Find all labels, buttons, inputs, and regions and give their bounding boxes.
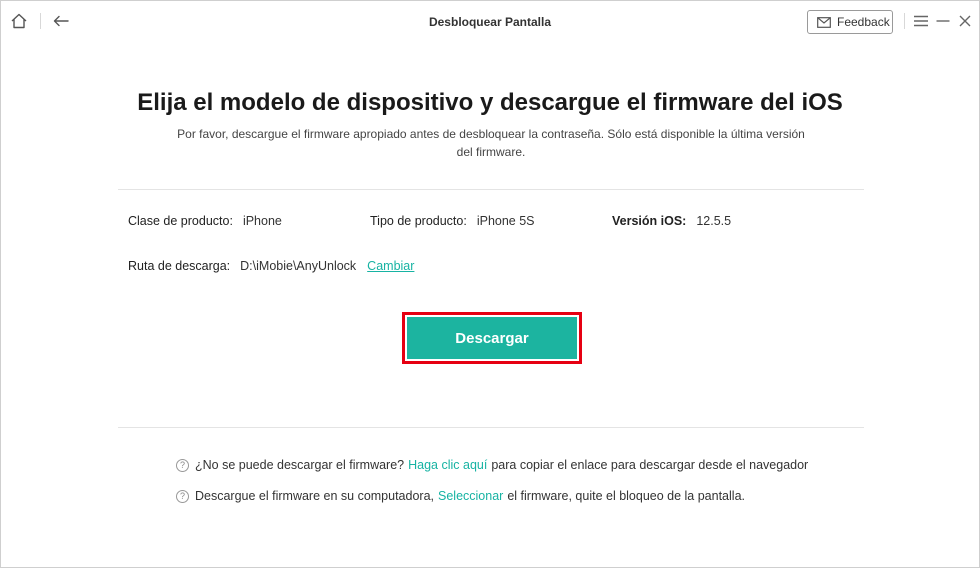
title-bar: Desbloquear Pantalla Feedback — [1, 1, 979, 43]
product-type-field: Tipo de producto: iPhone 5S — [370, 214, 535, 228]
question-icon: ? — [176, 458, 189, 472]
download-button[interactable]: Descargar — [407, 317, 577, 359]
product-type-label: Tipo de producto: — [370, 214, 467, 228]
change-path-link[interactable]: Cambiar — [367, 259, 414, 273]
help-text: para copiar el enlace para descargar des… — [491, 458, 809, 472]
help-text: ¿No se puede descargar el firmware? — [195, 458, 405, 472]
ios-version-value: 12.5.5 — [696, 214, 732, 228]
product-type-value: iPhone 5S — [476, 214, 535, 228]
help-text: el firmware, quite el bloqueo de la pant… — [507, 489, 745, 503]
help-row-copy-link: ? ¿No se puede descargar el firmware? Ha… — [176, 458, 808, 472]
product-class-field: Clase de producto: iPhone — [128, 214, 282, 228]
help-text: Descargue el firmware en su computadora, — [195, 489, 435, 503]
menu-icon[interactable] — [912, 12, 930, 30]
download-path-value: D:\iMobie\AnyUnlock — [240, 259, 357, 273]
close-icon[interactable] — [956, 12, 974, 30]
download-path-label: Ruta de descarga: — [128, 259, 231, 273]
help-row-select-firmware: ? Descargue el firmware en su computador… — [176, 489, 745, 503]
click-here-link[interactable]: Haga clic aquí — [408, 458, 487, 472]
page-title: Elija el modelo de dispositivo y descarg… — [137, 89, 843, 116]
question-icon: ? — [176, 489, 189, 503]
app-window: Desbloquear Pantalla Feedback Elija el m… — [0, 0, 980, 568]
page-subtitle: Por favor, descargue el firmware apropia… — [177, 127, 805, 159]
toolbar-separator — [904, 13, 905, 29]
select-firmware-link[interactable]: Seleccionar — [438, 489, 503, 503]
feedback-label: Feedback — [837, 15, 890, 29]
product-class-label: Clase de producto: — [128, 214, 233, 228]
divider — [118, 427, 864, 428]
ios-version-field: Versión iOS: 12.5.5 — [612, 214, 731, 228]
download-path-field: Ruta de descarga: D:\iMobie\AnyUnlock Camb… — [128, 259, 414, 273]
product-class-value: iPhone — [242, 214, 282, 228]
feedback-button[interactable]: Feedback — [807, 10, 893, 34]
mail-icon — [817, 16, 831, 28]
ios-version-label: Versión iOS: — [612, 214, 687, 228]
divider — [118, 189, 864, 190]
minimize-icon[interactable] — [934, 12, 952, 30]
